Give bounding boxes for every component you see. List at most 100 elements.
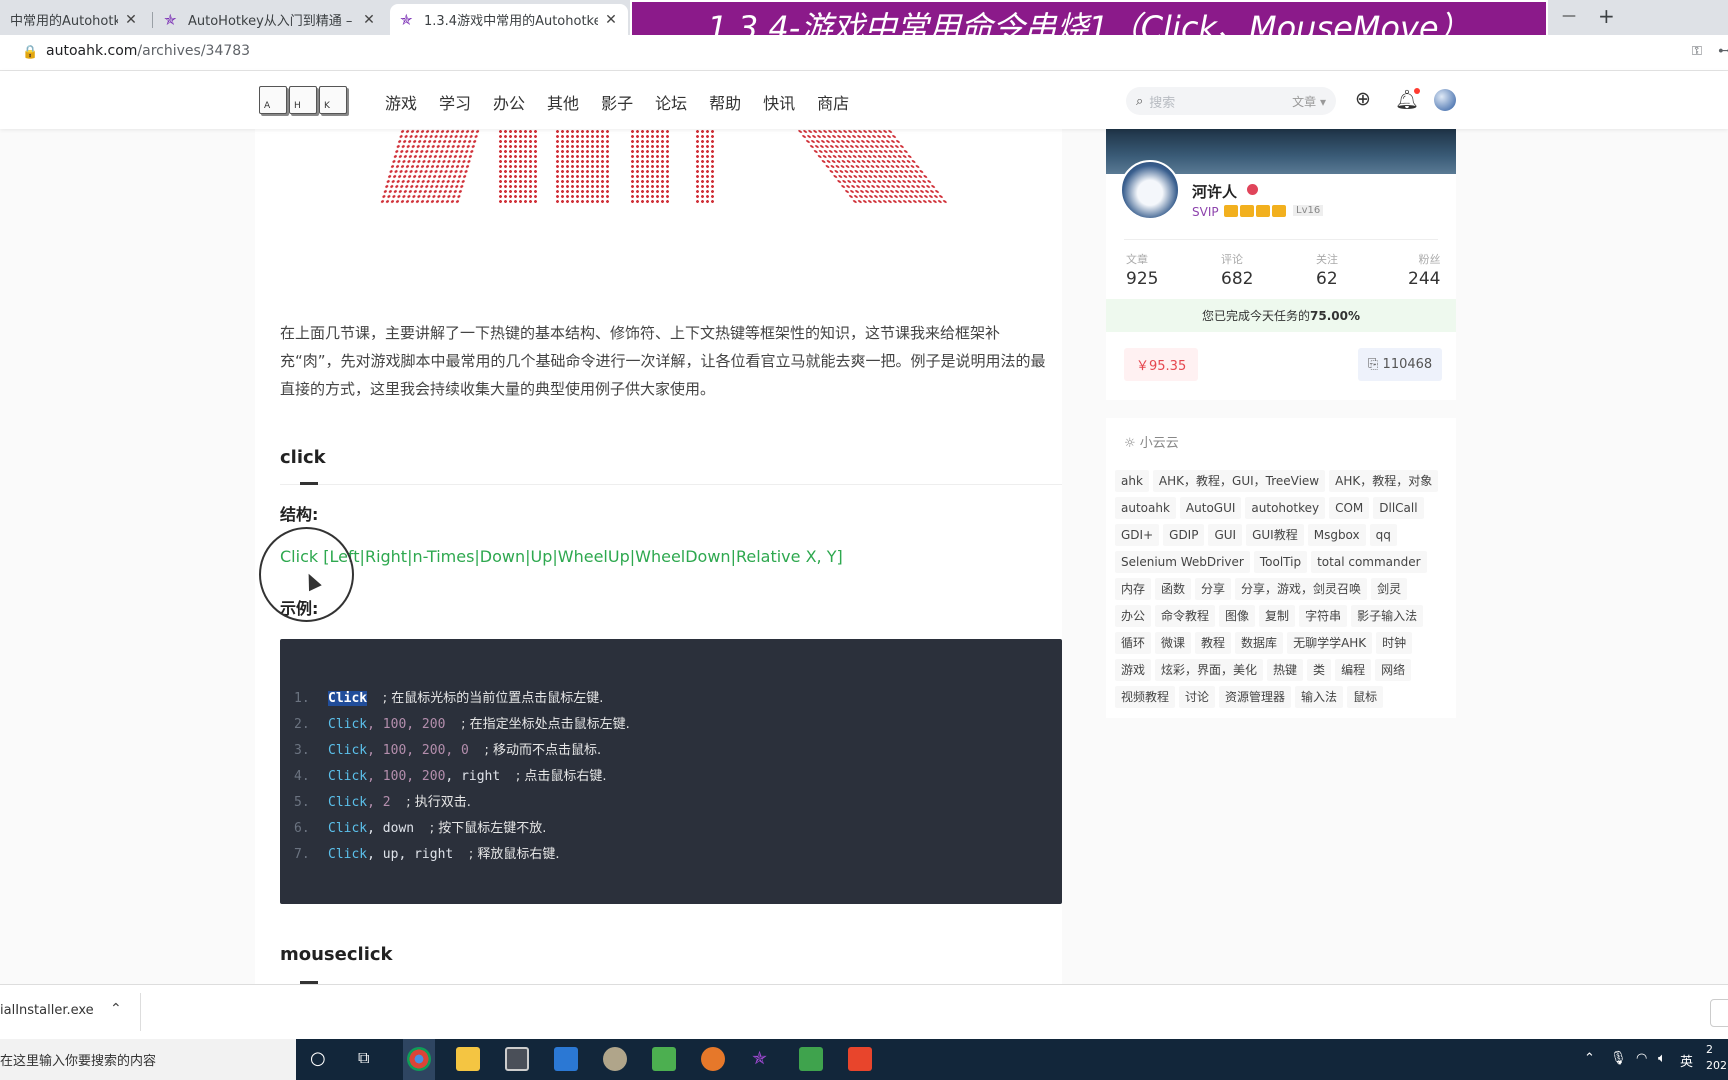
tag-item[interactable]: COM: [1329, 497, 1370, 519]
tag-item[interactable]: 鼠标: [1347, 686, 1384, 708]
tag-item[interactable]: Selenium WebDriver: [1115, 551, 1250, 573]
network-icon[interactable]: ◠: [1636, 1051, 1647, 1066]
tag-item[interactable]: 影子输入法: [1351, 605, 1424, 627]
nav-item-help[interactable]: 帮助: [709, 90, 741, 114]
tag-item[interactable]: autoahk: [1115, 497, 1176, 519]
tag-item[interactable]: 编程: [1335, 659, 1372, 681]
close-icon[interactable]: ✕: [124, 12, 138, 28]
search-input[interactable]: 搜索: [1149, 92, 1292, 111]
address-bar[interactable]: 🔒 autoahk.com/archives/34783 ⚿ ⊷: [0, 35, 1728, 71]
show-all-downloads-button[interactable]: [1710, 999, 1728, 1027]
tag-item[interactable]: 函数: [1155, 578, 1192, 600]
lock-icon[interactable]: 🔒: [22, 45, 38, 60]
chevron-up-icon[interactable]: ⌃: [110, 1001, 122, 1017]
tag-item[interactable]: 数据库: [1235, 632, 1284, 654]
tag-item[interactable]: DllCall: [1373, 497, 1424, 519]
code-command-selected[interactable]: Click: [328, 691, 368, 706]
tag-item[interactable]: 复制: [1259, 605, 1296, 627]
camtasia-icon[interactable]: [652, 1047, 676, 1071]
tag-item[interactable]: 网络: [1375, 659, 1412, 681]
chevron-up-icon[interactable]: ⌃: [1584, 1051, 1595, 1066]
key-icon[interactable]: ⚿: [1692, 44, 1702, 59]
volume-icon[interactable]: 🔈︎: [1658, 1051, 1666, 1066]
search-type-dropdown[interactable]: 文章 ▾: [1292, 93, 1326, 110]
c-app-icon[interactable]: [848, 1047, 872, 1071]
microphone-icon[interactable]: 🎙︎: [1610, 1051, 1627, 1066]
tag-item[interactable]: 循环: [1115, 632, 1152, 654]
browser-tab[interactable]: 中常用的Autohotkey命 ✕: [0, 4, 148, 35]
tag-item[interactable]: GUI: [1208, 524, 1243, 546]
ahk-icon[interactable]: ✯: [752, 1048, 767, 1069]
tag-item[interactable]: 办公: [1115, 605, 1152, 627]
tag-item[interactable]: 无聊学学AHK: [1287, 632, 1373, 654]
tag-item[interactable]: 剑灵: [1371, 578, 1408, 600]
author-avatar[interactable]: [1120, 160, 1180, 220]
tag-item[interactable]: 讨论: [1179, 686, 1216, 708]
pin-icon[interactable]: ⊷: [1718, 43, 1728, 59]
tag-item[interactable]: ahk: [1115, 470, 1149, 492]
taskbar-search[interactable]: 在这里输入你要搜索的内容: [0, 1039, 296, 1080]
ime-indicator[interactable]: 英: [1680, 1051, 1693, 1070]
browser-tab[interactable]: ✯ AutoHotkey从入门到精通 – Aut ✕: [154, 4, 386, 35]
close-icon[interactable]: ✕: [362, 12, 376, 28]
tag-item[interactable]: Msgbox: [1307, 524, 1366, 546]
nav-item-shadow[interactable]: 影子: [601, 90, 633, 114]
nav-item-games[interactable]: 游戏: [385, 90, 417, 114]
tag-item[interactable]: GUI教程: [1246, 524, 1304, 546]
author-name[interactable]: 河许人: [1192, 181, 1237, 202]
task-view-icon[interactable]: ⧉: [358, 1048, 369, 1068]
tag-item[interactable]: 分享: [1195, 578, 1232, 600]
tag-item[interactable]: 图像: [1219, 605, 1256, 627]
tag-item[interactable]: 热键: [1267, 659, 1304, 681]
tag-item[interactable]: 教程: [1195, 632, 1232, 654]
h-app-icon[interactable]: [799, 1047, 823, 1071]
site-search[interactable]: ⌕ 搜索 文章 ▾: [1126, 87, 1336, 115]
url-field[interactable]: autoahk.com/archives/34783: [46, 43, 250, 59]
chrome-icon[interactable]: [407, 1047, 431, 1071]
nav-item-shop[interactable]: 商店: [817, 90, 849, 114]
tag-item[interactable]: 字符串: [1299, 605, 1348, 627]
tag-item[interactable]: GDIP: [1163, 524, 1205, 546]
tag-item[interactable]: 游戏: [1115, 659, 1152, 681]
stat-following[interactable]: 关注 62: [1316, 251, 1338, 289]
credits-button[interactable]: ⎘ 110468: [1358, 348, 1443, 381]
nav-item-other[interactable]: 其他: [547, 90, 579, 114]
tag-item[interactable]: 类: [1307, 659, 1332, 681]
tag-item[interactable]: qq: [1369, 524, 1397, 546]
tag-item[interactable]: GDI+: [1115, 524, 1160, 546]
stat-comments[interactable]: 评论 682: [1221, 251, 1253, 289]
nav-item-news[interactable]: 快讯: [763, 90, 795, 114]
tag-item[interactable]: AHK，教程，GUI，TreeView: [1152, 470, 1326, 492]
tag-item[interactable]: 微课: [1155, 632, 1192, 654]
tag-item[interactable]: 命令教程: [1155, 605, 1216, 627]
mail-icon[interactable]: [554, 1047, 578, 1071]
user-avatar[interactable]: [1434, 89, 1456, 111]
tag-item[interactable]: AutoGUI: [1179, 497, 1242, 519]
clock[interactable]: 2 202: [1706, 1042, 1727, 1074]
store-icon[interactable]: [505, 1047, 529, 1071]
new-tab-icon[interactable]: +: [1598, 4, 1615, 28]
site-logo[interactable]: A H K: [259, 86, 347, 114]
tag-item[interactable]: AHK，教程，对象: [1329, 470, 1439, 492]
browser-tab-active[interactable]: ✯ 1.3.4游戏中常用的Autohotkey命 ✕: [390, 4, 628, 35]
tag-item[interactable]: 视频教程: [1115, 686, 1176, 708]
tag-item[interactable]: 输入法: [1295, 686, 1344, 708]
tag-item[interactable]: 炫彩，界面，美化: [1155, 659, 1264, 681]
cortana-icon[interactable]: ○: [310, 1048, 326, 1069]
paint-icon[interactable]: [603, 1047, 627, 1071]
balance-button[interactable]: ￥95.35: [1124, 348, 1199, 381]
tag-item[interactable]: ToolTip: [1253, 551, 1308, 573]
close-icon[interactable]: ✕: [604, 12, 618, 28]
search-tool-icon[interactable]: [701, 1047, 725, 1071]
tag-item[interactable]: total commander: [1311, 551, 1427, 573]
tag-item[interactable]: autohotkey: [1245, 497, 1326, 519]
code-block[interactable]: 1. Click ; 在鼠标光标的当前位置点击鼠标左键. 2. Click, 100…: [280, 639, 1062, 904]
tag-item[interactable]: 时钟: [1376, 632, 1413, 654]
nav-item-learn[interactable]: 学习: [439, 90, 471, 114]
nav-item-office[interactable]: 办公: [493, 90, 525, 114]
download-file-name[interactable]: ialInstaller.exe: [0, 1003, 94, 1018]
file-explorer-icon[interactable]: [456, 1047, 480, 1071]
tag-item[interactable]: 分享，游戏，剑灵召唤: [1235, 578, 1368, 600]
tag-item[interactable]: 资源管理器: [1219, 686, 1292, 708]
tag-item[interactable]: 内存: [1115, 578, 1152, 600]
